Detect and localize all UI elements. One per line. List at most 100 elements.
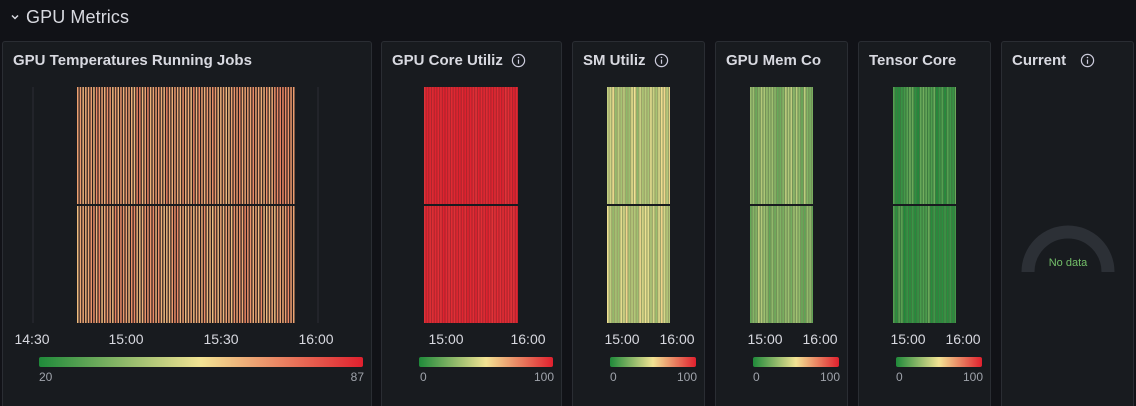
panel-gpu-mem-copy[interactable]: GPU Mem Co 15:00 16:00 0 100 <box>715 41 848 406</box>
heatmap-cell <box>906 206 908 323</box>
panel-title-text: GPU Core Utiliz <box>392 52 503 69</box>
heatmap-cell <box>120 87 122 204</box>
heatmap-cell <box>95 206 98 323</box>
panel-tensor-core[interactable]: Tensor Core 15:00 16:00 0 100 <box>858 41 991 406</box>
heatmap-cell <box>771 87 774 204</box>
heatmap-cell <box>98 206 101 323</box>
x-tick-label: 15:00 <box>428 331 464 347</box>
heatmap-cell <box>158 87 160 204</box>
heatmap-cell <box>642 206 644 323</box>
heatmap-cell <box>806 87 809 204</box>
heatmap-cell <box>480 206 483 323</box>
panel-title-text: SM Utiliz <box>583 52 646 69</box>
panel-current[interactable]: Current No data <box>1001 41 1134 406</box>
heatmap-cell <box>149 87 152 204</box>
heatmap-cell <box>607 206 609 323</box>
heatmap-cell <box>284 87 287 204</box>
heatmap-cell <box>903 206 906 323</box>
info-icon[interactable] <box>654 53 669 68</box>
heatmap-cell <box>453 206 456 323</box>
heatmap-cell <box>895 87 898 204</box>
heatmap-cell <box>906 87 908 204</box>
heatmap-cell <box>750 87 752 204</box>
heatmap-plot[interactable] <box>424 87 518 323</box>
heatmap-cell <box>93 87 95 204</box>
heatmap-cell <box>790 206 792 323</box>
heatmap-cell <box>469 87 472 204</box>
heatmap-cell <box>655 206 658 323</box>
panel-sm-utilization[interactable]: SM Utiliz 15:00 16:00 0 100 <box>572 41 705 406</box>
heatmap-cell <box>760 87 763 204</box>
heatmap-cell <box>174 206 176 323</box>
heatmap-cell <box>787 87 790 204</box>
heatmap-cell <box>925 206 927 323</box>
heatmap-cell <box>109 87 111 204</box>
heatmap-cell <box>128 87 130 204</box>
panel-title[interactable]: GPU Mem Co <box>726 52 823 69</box>
heatmap-cell <box>160 87 163 204</box>
heatmap-cell <box>139 206 141 323</box>
heatmap-cell <box>461 87 464 204</box>
panel-title[interactable]: Tensor Core <box>869 52 984 69</box>
heatmap-cell <box>209 87 211 204</box>
panel-title[interactable]: SM Utiliz <box>583 52 698 69</box>
heatmap-plot[interactable] <box>31 87 323 323</box>
legend-max-label: 100 <box>533 370 554 384</box>
panel-gpu-temperatures[interactable]: GPU Temperatures Running Jobs 14:30 15:0… <box>2 41 372 406</box>
heatmap-cell <box>798 206 801 323</box>
heatmap-cell <box>144 87 146 204</box>
x-tick-label: 16:00 <box>802 331 838 347</box>
heatmap-cell <box>774 206 776 323</box>
legend-min-label: 0 <box>896 370 903 384</box>
panel-title[interactable]: GPU Temperatures Running Jobs <box>13 52 363 69</box>
heatmap-cell <box>486 87 488 204</box>
heatmap-plot[interactable] <box>893 87 956 323</box>
heatmap-plot[interactable] <box>607 87 670 323</box>
panel-title[interactable]: GPU Core Utiliz <box>392 52 554 69</box>
heatmap-cell <box>930 87 933 204</box>
heatmap-cell <box>515 87 518 204</box>
heatmap-cell <box>898 87 900 204</box>
info-icon[interactable] <box>1080 53 1095 68</box>
heatmap-cell <box>85 206 87 323</box>
heatmap-cell <box>768 87 771 204</box>
x-tick-label: 15:00 <box>108 331 144 347</box>
panel-title[interactable]: Current <box>1012 52 1127 69</box>
heatmap-cell <box>133 87 136 204</box>
heatmap-cell <box>255 206 257 323</box>
heatmap-cell <box>220 87 222 204</box>
heatmap-cell <box>106 87 109 204</box>
heatmap-cell <box>928 206 930 323</box>
heatmap-svg <box>750 87 813 323</box>
heatmap-cell <box>290 87 292 204</box>
heatmap-cell <box>752 87 755 204</box>
heatmap-cell <box>782 87 784 204</box>
heatmap-cell <box>636 87 639 204</box>
heatmap-cell <box>112 87 114 204</box>
heatmap-cell <box>928 87 930 204</box>
panel-gpu-core-utilization[interactable]: GPU Core Utiliz 15:00 16:00 0 100 <box>381 41 562 406</box>
heatmap-cell <box>478 206 480 323</box>
heatmap-cell <box>644 206 647 323</box>
heatmap-cell <box>650 87 652 204</box>
heatmap-cell <box>451 206 453 323</box>
heatmap-cell <box>147 87 149 204</box>
heatmap-cell <box>669 87 670 204</box>
heatmap-cell <box>429 87 431 204</box>
heatmap-cell <box>241 206 244 323</box>
heatmap-cell <box>628 87 631 204</box>
heatmap-cell <box>144 206 146 323</box>
row-header-gpu-metrics[interactable]: GPU Metrics <box>10 4 129 30</box>
heatmap-cell <box>777 87 779 204</box>
info-icon[interactable] <box>511 53 526 68</box>
heatmap-plot[interactable] <box>750 87 813 323</box>
heatmap-svg <box>893 87 956 323</box>
heatmap-cell <box>930 206 933 323</box>
heatmap-cell <box>755 206 757 323</box>
panel-title-text: Tensor Core <box>869 52 957 69</box>
legend-max-label: 100 <box>962 370 983 384</box>
heatmap-cell <box>661 206 663 323</box>
legend-min-label: 0 <box>610 370 617 384</box>
heatmap-cell <box>612 206 614 323</box>
x-tick-label: 16:00 <box>510 331 546 347</box>
